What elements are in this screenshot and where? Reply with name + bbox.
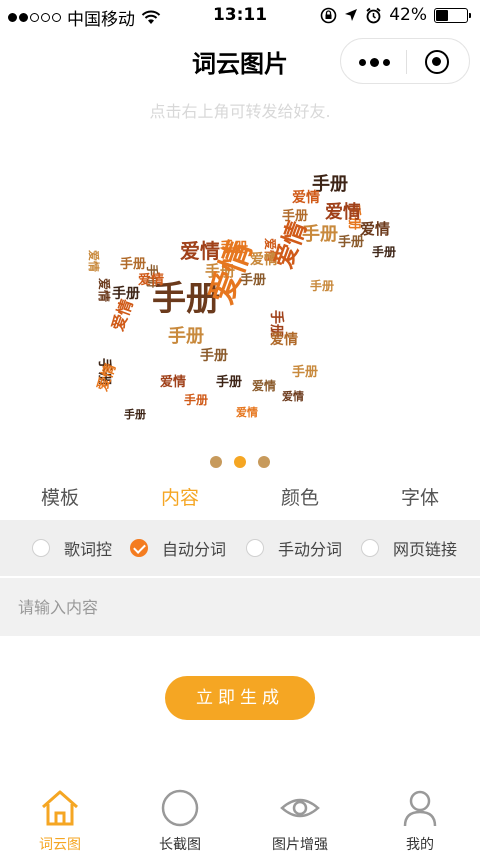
option-web-link[interactable]: 网页链接 (361, 520, 457, 576)
battery-icon (434, 7, 471, 23)
cloud-word: 爱情 (108, 297, 137, 334)
tabbar-label: 长截图 (159, 837, 201, 852)
carousel-dot (234, 456, 246, 468)
radio-icon[interactable] (32, 539, 50, 557)
tabbar-item-profile[interactable]: 我的 (360, 778, 480, 852)
cloud-word: 手册 (200, 347, 228, 364)
checked-radio-icon[interactable] (130, 539, 148, 557)
bottom-tabbar: 词云图 长截图 图片增强 我的 (0, 778, 480, 852)
option-lyrics[interactable]: 歌词控 (32, 520, 112, 576)
tabbar-item-wordcloud[interactable]: 词云图 (0, 778, 120, 852)
content-input[interactable] (18, 597, 462, 617)
close-icon[interactable] (425, 50, 449, 74)
radio-icon[interactable] (361, 539, 379, 557)
carousel-indicators (0, 456, 480, 468)
cloud-word: 手册 (372, 244, 396, 259)
tabbar-label: 图片增强 (272, 837, 328, 852)
battery-percent: 42% (389, 5, 427, 25)
cloud-word: 爱情 (360, 220, 390, 238)
rotation-lock-icon (320, 7, 337, 23)
option-label: 歌词控 (64, 540, 113, 559)
cloud-word: 爱情 (97, 278, 112, 302)
location-icon (345, 9, 358, 21)
cloud-word: 爱情 (138, 272, 164, 288)
cloud-word: 手册 (338, 234, 364, 250)
more-icon[interactable] (359, 53, 393, 71)
cloud-word: 手册 (216, 374, 242, 390)
option-manual-segment[interactable]: 手动分词 (246, 520, 342, 576)
tab-content[interactable]: 内容 (120, 484, 240, 520)
tabbar-item-long-screenshot[interactable]: 长截图 (120, 778, 240, 852)
cloud-word: 手册 (184, 392, 208, 407)
mini-program-capsule (340, 38, 470, 84)
status-right: 42% (320, 5, 471, 25)
cloud-word: 爱情 (268, 217, 312, 272)
cloud-word: 手册 (168, 325, 204, 347)
option-label: 自动分词 (162, 540, 227, 559)
tab-color[interactable]: 颜色 (240, 484, 360, 520)
segmentation-options: 歌词控 自动分词 手动分词 网页链接 (0, 520, 480, 576)
cloud-word: 手册 (240, 272, 266, 288)
option-auto-segment[interactable]: 自动分词 (130, 520, 226, 576)
cloud-word: 爱情 (87, 250, 101, 272)
tab-font[interactable]: 字体 (360, 484, 480, 520)
option-label: 网页链接 (393, 540, 458, 559)
tabbar-label: 我的 (406, 837, 434, 852)
radio-icon[interactable] (246, 539, 264, 557)
circle-icon (161, 789, 199, 827)
cloud-word: 爱情 (325, 202, 361, 223)
tab-template[interactable]: 模板 (0, 484, 120, 520)
cloud-word: 爱情 (292, 189, 320, 206)
eye-icon (280, 798, 320, 818)
carousel-dot (258, 456, 270, 468)
content-input-container (0, 578, 480, 636)
option-label: 手动分词 (278, 540, 343, 559)
cloud-word: 手册 (124, 407, 146, 421)
status-bar: 中国移动 13:11 42% (0, 0, 480, 32)
cloud-word: 爱情 (236, 405, 258, 419)
cloud-word: 手册 (292, 364, 318, 380)
cloud-word: 爱情 (270, 331, 298, 348)
cloud-word: 爱情 (252, 378, 276, 393)
tabbar-label: 词云图 (39, 837, 81, 852)
alarm-icon (366, 7, 381, 23)
word-cloud-image[interactable]: 手册爱情手册爱情手册爱情手册 手册爱情 手册爱情 手册手册爱情爱情手册爱情 手册手册手册… (60, 160, 400, 430)
carousel-dot (210, 456, 222, 468)
settings-tabs: 模板 内容 颜色 字体 (0, 484, 480, 520)
generate-button[interactable]: 立即生成 (165, 676, 315, 720)
home-icon (42, 790, 78, 826)
capsule-divider (406, 50, 407, 74)
cloud-word: 手册 (310, 278, 334, 293)
tabbar-item-image-enhance[interactable]: 图片增强 (240, 778, 360, 852)
user-icon (403, 790, 437, 827)
share-hint: 点击右上角可转发给好友. (149, 102, 331, 121)
cloud-word: 爱情 (160, 374, 186, 390)
cloud-word: 爱情 (282, 389, 304, 403)
cloud-word: 手册 (120, 256, 146, 272)
